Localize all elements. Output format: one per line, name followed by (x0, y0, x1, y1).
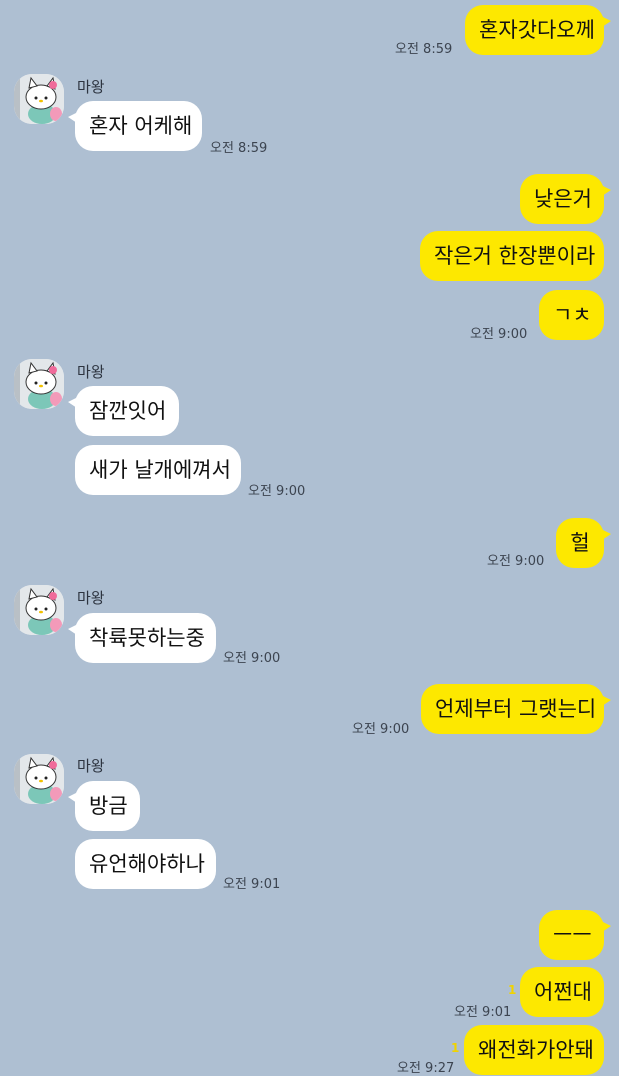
sender-name: 마왕 (77, 78, 105, 96)
my-message-bubble[interactable]: 헐 (556, 518, 611, 568)
contact-avatar[interactable] (14, 754, 64, 804)
unread-count: 1 (508, 983, 517, 997)
message-time: 오전 9:01 (454, 1005, 512, 1020)
their-message-bubble[interactable]: 혼자 어케해 (68, 101, 202, 151)
message-time: 오전 9:00 (470, 327, 528, 342)
sender-name: 마왕 (77, 363, 105, 381)
my-message-bubble[interactable]: 낮은거 (520, 174, 611, 224)
hello-kitty-icon (14, 754, 64, 804)
contact-avatar[interactable] (14, 359, 64, 409)
my-message-bubble[interactable]: 왜전화가안돼 (464, 1025, 604, 1075)
message-time: 오전 8:59 (210, 141, 268, 156)
message-time: 오전 9:00 (223, 651, 281, 666)
message-time: 오전 8:59 (395, 42, 453, 57)
unread-count: 1 (451, 1041, 460, 1055)
hello-kitty-icon (14, 74, 64, 124)
message-time: 오전 9:00 (248, 484, 306, 499)
my-message-bubble[interactable]: ㅡㅡ (539, 910, 611, 960)
sender-name: 마왕 (77, 757, 105, 775)
my-message-bubble[interactable]: ㄱㅊ (539, 290, 604, 340)
message-time: 오전 9:00 (487, 554, 545, 569)
message-time: 오전 9:00 (352, 722, 410, 737)
contact-avatar[interactable] (14, 74, 64, 124)
my-message-bubble[interactable]: 어쩐대 (520, 967, 604, 1017)
chat-area[interactable]: 오전 8:59 혼자갓다오께 마왕 혼자 어케해 오전 8:59 낮은거 작은거… (0, 0, 619, 1076)
message-time: 오전 9:27 (397, 1061, 455, 1076)
their-message-bubble[interactable]: 유언해야하나 (75, 839, 216, 889)
hello-kitty-icon (14, 359, 64, 409)
their-message-bubble[interactable]: 방금 (68, 781, 140, 831)
my-message-bubble[interactable]: 언제부터 그랫는디 (421, 684, 611, 734)
sender-name: 마왕 (77, 589, 105, 607)
my-message-bubble[interactable]: 작은거 한장뿐이라 (420, 231, 604, 281)
their-message-bubble[interactable]: 착륙못하는중 (68, 613, 216, 663)
their-message-bubble[interactable]: 새가 날개에껴서 (75, 445, 241, 495)
message-time: 오전 9:01 (223, 877, 281, 892)
hello-kitty-icon (14, 585, 64, 635)
my-message-bubble[interactable]: 혼자갓다오께 (465, 5, 611, 55)
their-message-bubble[interactable]: 잠깐잇어 (68, 386, 179, 436)
contact-avatar[interactable] (14, 585, 64, 635)
